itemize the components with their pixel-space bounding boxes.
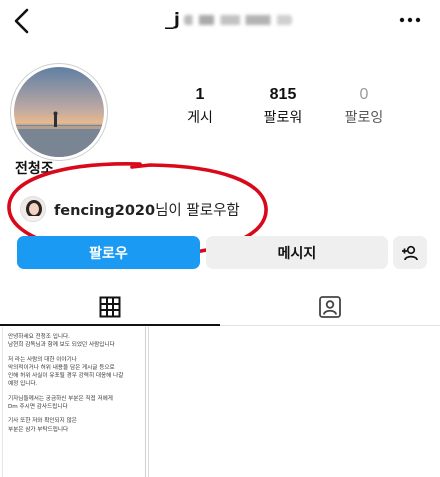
person-add-icon bbox=[402, 245, 418, 260]
follower-account-name[interactable]: fencing2020 bbox=[54, 203, 155, 219]
post-text-line: 남현희 감독님과 함께 보도 되었던 사람입니다 bbox=[8, 342, 115, 349]
avatar-photo bbox=[14, 67, 104, 157]
tab-tagged[interactable] bbox=[220, 288, 440, 326]
tab-posts[interactable] bbox=[0, 288, 220, 326]
posts-label: 게시 bbox=[187, 110, 213, 126]
grid-icon bbox=[99, 296, 121, 318]
post-thumbnail[interactable]: 안녕하세요 전청조 입니다. 남현희 감독님과 함께 보도 되었던 사람입니다 … bbox=[2, 327, 146, 477]
post-text-line: 인해 허위 사실이 유포될 경우 강력히 대응해 나갈 bbox=[8, 373, 124, 380]
profile-full-name: 전청조 bbox=[15, 161, 54, 177]
post-text-line: 안녕하세요 전청조 입니다. bbox=[8, 334, 70, 340]
profile-avatar[interactable] bbox=[10, 63, 108, 161]
message-button[interactable]: 메시지 bbox=[206, 236, 388, 269]
top-bar: _j bbox=[0, 0, 440, 44]
followers-label: 팔로워 bbox=[263, 110, 303, 126]
profile-tabs bbox=[0, 288, 440, 326]
chevron-left-icon bbox=[14, 8, 29, 34]
back-button[interactable] bbox=[10, 6, 34, 36]
post-text-line: 부분은 삼가 부탁드립니다 bbox=[8, 426, 69, 433]
active-tab-indicator bbox=[0, 324, 220, 326]
followed-by-suffix: 님이 팔로우함 bbox=[155, 202, 240, 219]
stat-followers[interactable]: 815 팔로워 bbox=[253, 86, 313, 127]
followed-by-text: fencing2020님이 팔로우함 bbox=[54, 199, 240, 220]
follower-avatar bbox=[20, 196, 46, 222]
more-horizontal-icon bbox=[399, 17, 421, 23]
post-text-line: 악의적이거나 허위 내용을 담은 게시글 등으로 bbox=[8, 364, 115, 371]
username-redaction bbox=[184, 15, 293, 25]
posts-count: 1 bbox=[195, 86, 205, 103]
suggest-people-button[interactable] bbox=[393, 236, 427, 269]
follow-button[interactable]: 팔로우 bbox=[17, 236, 200, 269]
post-text-line: Dm 주시면 감사드립니다 bbox=[8, 404, 68, 411]
stat-posts: 1 게시 bbox=[180, 86, 220, 127]
grid-divider bbox=[148, 327, 149, 477]
following-label: 팔로잉 bbox=[344, 110, 384, 126]
following-count: 0 bbox=[359, 86, 369, 103]
post-text-line: 기사 또한 저와 확인되지 않은 bbox=[8, 418, 77, 425]
tagged-person-icon bbox=[319, 296, 341, 318]
post-text-line: 기자님들께서는 궁금하신 부분은 직접 저에게 bbox=[8, 395, 113, 402]
followers-count: 815 bbox=[269, 86, 297, 103]
stat-following[interactable]: 0 팔로잉 bbox=[334, 86, 394, 127]
profile-username: _j bbox=[165, 10, 293, 30]
post-text-line: 저 라는 사람의 대한 이야기나 bbox=[8, 356, 77, 363]
more-options-button[interactable] bbox=[397, 10, 423, 30]
post-text-line: 예정 입니다. bbox=[8, 381, 38, 388]
followed-by-row[interactable]: fencing2020님이 팔로우함 bbox=[20, 192, 240, 226]
